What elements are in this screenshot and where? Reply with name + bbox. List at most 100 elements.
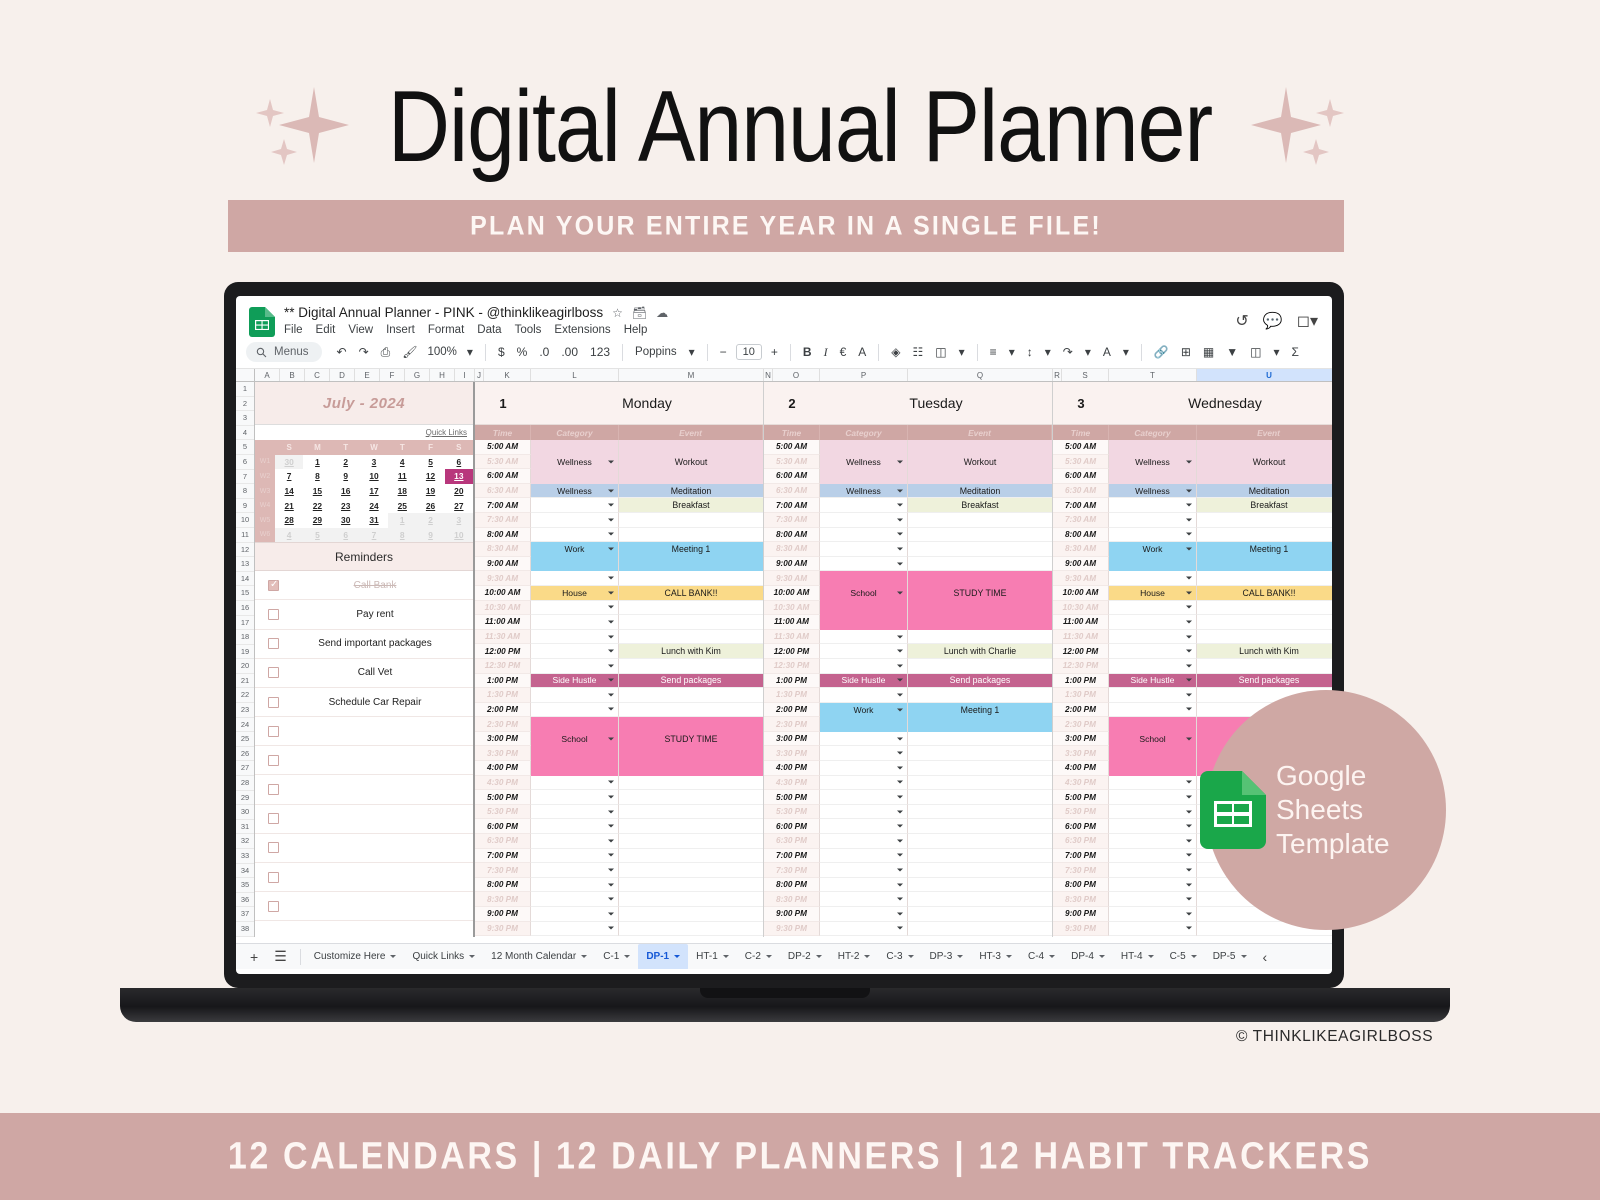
slot-event[interactable] bbox=[908, 717, 1052, 732]
slot-category[interactable] bbox=[820, 440, 908, 455]
category-chevron-down-icon[interactable] bbox=[1186, 824, 1192, 828]
slot-category[interactable] bbox=[1109, 863, 1197, 878]
row-header-28[interactable]: 28 bbox=[236, 776, 254, 791]
category-chevron-down-icon[interactable] bbox=[1186, 693, 1192, 697]
slot-event[interactable]: Workout bbox=[619, 454, 763, 470]
slot-category[interactable]: Work bbox=[531, 542, 619, 557]
category-chevron-down-icon[interactable] bbox=[1186, 853, 1192, 857]
category-chevron-down-icon[interactable] bbox=[1186, 620, 1192, 624]
paint-format-icon[interactable]: 🖌 bbox=[396, 342, 423, 362]
column-header-G[interactable]: G bbox=[405, 369, 430, 381]
category-chevron-down-icon[interactable] bbox=[897, 737, 903, 741]
slot-event[interactable]: Breakfast bbox=[908, 498, 1052, 513]
calendar-day-cell[interactable]: 12 bbox=[416, 469, 444, 484]
calendar-day-cell[interactable]: 30 bbox=[332, 513, 360, 528]
calendar-day-cell[interactable]: 16 bbox=[332, 484, 360, 499]
slot-category[interactable] bbox=[531, 863, 619, 878]
rotation-chevron-down-icon[interactable]: ▾ bbox=[1117, 342, 1135, 362]
category-chevron-down-icon[interactable] bbox=[897, 795, 903, 799]
sheet-tab-chevron-down-icon[interactable] bbox=[1240, 955, 1247, 958]
category-chevron-down-icon[interactable] bbox=[1186, 780, 1192, 784]
menu-extensions[interactable]: Extensions bbox=[554, 324, 610, 336]
column-header-L[interactable]: L bbox=[531, 369, 619, 381]
slot-category[interactable] bbox=[820, 542, 908, 557]
slot-category[interactable] bbox=[531, 790, 619, 805]
slot-category[interactable] bbox=[1109, 834, 1197, 849]
calendar-day-cell[interactable]: 20 bbox=[445, 484, 473, 499]
calendar-day-cell[interactable]: 5 bbox=[303, 527, 332, 543]
category-chevron-down-icon[interactable] bbox=[608, 460, 614, 464]
category-chevron-down-icon[interactable] bbox=[897, 810, 903, 814]
slot-event[interactable]: Lunch with Kim bbox=[619, 644, 763, 659]
slot-category[interactable] bbox=[531, 658, 619, 674]
category-chevron-down-icon[interactable] bbox=[608, 635, 614, 639]
category-chevron-down-icon[interactable] bbox=[1186, 591, 1192, 595]
calendar-day-cell[interactable]: 1 bbox=[388, 512, 417, 528]
slot-category[interactable] bbox=[1109, 556, 1197, 572]
calendar-day-cell[interactable]: 8 bbox=[388, 527, 417, 543]
category-chevron-down-icon[interactable] bbox=[897, 926, 903, 930]
slot-category[interactable] bbox=[820, 907, 908, 922]
fill-color-icon[interactable]: ◈ bbox=[885, 342, 906, 362]
slot-event[interactable] bbox=[619, 863, 763, 878]
category-chevron-down-icon[interactable] bbox=[897, 635, 903, 639]
slot-category[interactable] bbox=[1109, 877, 1197, 893]
category-chevron-down-icon[interactable] bbox=[608, 824, 614, 828]
slot-event[interactable] bbox=[619, 775, 763, 791]
halign-chevron-down-icon[interactable]: ▾ bbox=[1003, 342, 1021, 362]
category-chevron-down-icon[interactable] bbox=[1186, 868, 1192, 872]
category-chevron-down-icon[interactable] bbox=[1186, 737, 1192, 741]
slot-event[interactable]: Lunch with Charlie bbox=[908, 644, 1052, 659]
sheet-tab-chevron-down-icon[interactable] bbox=[864, 955, 871, 958]
category-chevron-down-icon[interactable] bbox=[897, 518, 903, 522]
category-chevron-down-icon[interactable] bbox=[608, 576, 614, 580]
category-chevron-down-icon[interactable] bbox=[897, 897, 903, 901]
row-header-26[interactable]: 26 bbox=[236, 747, 254, 762]
column-header-I[interactable]: I bbox=[455, 369, 475, 381]
quick-links-link[interactable]: Quick Links bbox=[426, 428, 467, 437]
calendar-day-cell[interactable]: 17 bbox=[360, 484, 388, 499]
slot-category[interactable] bbox=[820, 644, 908, 659]
sheet-tab-c-1[interactable]: C-1 bbox=[595, 944, 638, 969]
category-chevron-down-icon[interactable] bbox=[608, 503, 614, 507]
sheet-tab-chevron-down-icon[interactable] bbox=[390, 955, 397, 958]
sheet-tab-dp-1[interactable]: DP-1 bbox=[638, 944, 689, 969]
category-chevron-down-icon[interactable] bbox=[1186, 883, 1192, 887]
slot-category[interactable] bbox=[820, 571, 908, 586]
sheet-tab-dp-4[interactable]: DP-4 bbox=[1063, 944, 1113, 969]
slot-category[interactable]: Wellness bbox=[531, 454, 619, 470]
wrap-chevron-down-icon[interactable]: ▾ bbox=[1079, 342, 1097, 362]
sheet-tab-chevron-down-icon[interactable] bbox=[907, 955, 914, 958]
slot-category[interactable] bbox=[1109, 790, 1197, 805]
merge-chevron-down-icon[interactable]: ▾ bbox=[953, 342, 971, 362]
slot-event[interactable] bbox=[908, 615, 1052, 630]
star-icon[interactable]: ☆ bbox=[612, 307, 623, 319]
row-header-29[interactable]: 29 bbox=[236, 791, 254, 806]
row-header-14[interactable]: 14 bbox=[236, 572, 254, 587]
slot-event[interactable]: Meeting 1 bbox=[1197, 542, 1332, 557]
row-header-24[interactable]: 24 bbox=[236, 718, 254, 733]
sheet-tab-ht-3[interactable]: HT-3 bbox=[971, 944, 1020, 969]
category-chevron-down-icon[interactable] bbox=[608, 693, 614, 697]
sheet-tab-c-5[interactable]: C-5 bbox=[1162, 944, 1205, 969]
category-chevron-down-icon[interactable] bbox=[608, 810, 614, 814]
slot-event[interactable]: Meeting 1 bbox=[619, 542, 763, 557]
slot-event[interactable]: Breakfast bbox=[1197, 498, 1332, 513]
sheet-tab-ht-4[interactable]: HT-4 bbox=[1113, 944, 1162, 969]
row-header-7[interactable]: 7 bbox=[236, 470, 254, 485]
slot-event[interactable] bbox=[619, 512, 763, 528]
slot-category[interactable]: Work bbox=[1109, 542, 1197, 557]
slot-category[interactable] bbox=[531, 804, 619, 820]
slot-category[interactable] bbox=[820, 629, 908, 645]
calendar-day-cell[interactable]: 8 bbox=[303, 469, 331, 484]
row-header-35[interactable]: 35 bbox=[236, 878, 254, 893]
slot-event[interactable]: Workout bbox=[1197, 454, 1332, 470]
row-header-9[interactable]: 9 bbox=[236, 499, 254, 514]
sheet-tab-quick-links[interactable]: Quick Links bbox=[404, 944, 483, 969]
slot-event[interactable] bbox=[908, 877, 1052, 893]
slot-event[interactable] bbox=[908, 819, 1052, 835]
category-chevron-down-icon[interactable] bbox=[608, 489, 614, 493]
category-chevron-down-icon[interactable] bbox=[1186, 664, 1192, 668]
slot-category[interactable] bbox=[820, 615, 908, 630]
slot-category[interactable] bbox=[820, 761, 908, 776]
